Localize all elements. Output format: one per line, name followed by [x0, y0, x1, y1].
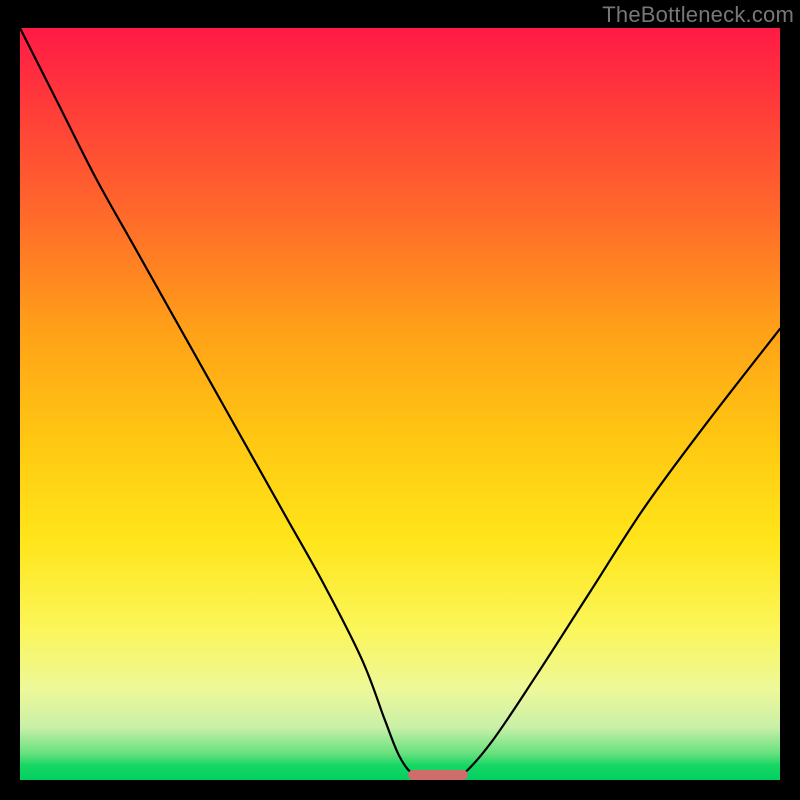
- optimum-marker: [408, 770, 469, 780]
- plot-area: [20, 28, 780, 780]
- watermark-text: TheBottleneck.com: [602, 2, 794, 28]
- curve-svg: [20, 28, 780, 780]
- chart-frame: TheBottleneck.com: [0, 0, 800, 800]
- bottleneck-curve: [20, 28, 780, 780]
